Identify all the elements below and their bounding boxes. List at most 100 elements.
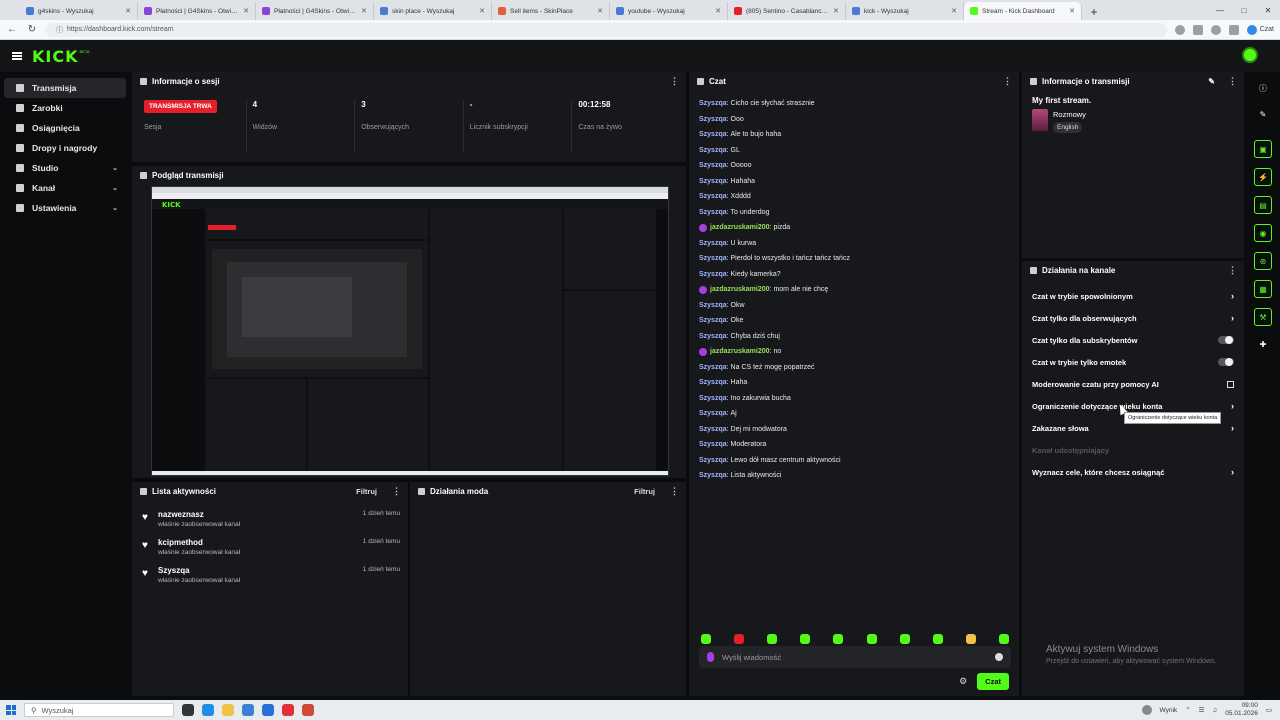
chat-username[interactable]: Szyszqa — [699, 209, 727, 216]
browser-tab[interactable]: skin place - Wyszukaj ✕ — [374, 2, 492, 20]
site-info-icon[interactable]: ⓘ — [56, 25, 63, 35]
weather-text[interactable]: Wynik — [1160, 707, 1178, 714]
chat-username[interactable]: Szyszqa — [699, 147, 727, 154]
channel-action-item[interactable]: Moderowanie czatu przy pomocy AI — [1022, 373, 1244, 395]
browser-tab[interactable]: kick - Wyszukaj ✕ — [846, 2, 964, 20]
minimize-icon[interactable]: — — [1208, 0, 1232, 20]
channel-action-item[interactable]: Czat tylko dla subskrybentów — [1022, 329, 1244, 351]
emote-icon[interactable] — [767, 634, 778, 644]
emote-icon[interactable] — [701, 634, 711, 644]
more-options-icon[interactable]: ⋮ — [670, 486, 679, 497]
tray-chevron-icon[interactable]: ⌃ — [1185, 706, 1190, 714]
sidebar-item-transmisja[interactable]: Transmisja — [4, 78, 126, 98]
emote-icon[interactable] — [800, 634, 811, 644]
task-view-icon[interactable] — [182, 704, 194, 716]
chat-username[interactable]: Szyszqa — [699, 457, 727, 464]
chat-username[interactable]: Szyszqa — [699, 472, 727, 479]
chevron-right-icon[interactable]: › — [1231, 313, 1234, 323]
add-widget-icon[interactable]: ✚ — [1255, 336, 1271, 352]
filter-button[interactable]: Filtruj — [356, 487, 377, 496]
file-explorer-icon[interactable] — [222, 704, 234, 716]
tab-close-icon[interactable]: ✕ — [715, 7, 721, 15]
browser-tab[interactable]: Płatności | G4Skins - Otwieraj skrz... ✕ — [138, 2, 256, 20]
channel-action-item[interactable]: Czat tylko dla obserwujących › — [1022, 307, 1244, 329]
info-icon[interactable]: ⓘ — [1255, 80, 1271, 96]
chat-username[interactable]: Szyszqa — [699, 131, 727, 138]
network-icon[interactable]: ☰ — [1199, 706, 1205, 714]
emote-icon[interactable] — [866, 634, 877, 644]
channel-action-item[interactable]: Czat w trybie tylko emotek — [1022, 351, 1244, 373]
tab-close-icon[interactable]: ✕ — [243, 7, 249, 15]
copilot-chat-button[interactable]: Czat — [1246, 24, 1274, 35]
maximize-icon[interactable]: □ — [1232, 0, 1256, 20]
taskbar-clock[interactable]: 09:00 05.01.2026 — [1225, 702, 1258, 718]
browser-tab[interactable]: Stream - Kick Dashboard ✕ — [964, 2, 1082, 20]
extension-icon[interactable] — [1192, 24, 1203, 35]
chat-username[interactable]: jazdazruskami200 — [710, 348, 770, 355]
chevron-down-icon[interactable]: ⌄ — [112, 184, 118, 192]
sidebar-item-studio[interactable]: Studio ⌄ — [4, 158, 126, 178]
sidebar-item-kana-[interactable]: Kanał ⌄ — [4, 178, 126, 198]
more-options-icon[interactable]: ⋮ — [1003, 76, 1012, 87]
emote-icon[interactable] — [734, 634, 745, 644]
activity-user[interactable]: nazweznasz — [158, 510, 357, 519]
chat-username[interactable]: Szyszqa — [699, 410, 727, 417]
sidebar-item-ustawienia[interactable]: Ustawienia ⌄ — [4, 198, 126, 218]
chat-username[interactable]: Szyszqa — [699, 441, 727, 448]
filter-button[interactable]: Filtruj — [634, 487, 655, 496]
browser-tab[interactable]: g4skins - Wyszukaj ✕ — [20, 2, 138, 20]
chat-username[interactable]: Szyszqa — [699, 333, 727, 340]
chevron-right-icon[interactable]: › — [1231, 291, 1234, 301]
url-field[interactable]: ⓘ https://dashboard.kick.com/stream — [46, 22, 1167, 37]
chat-username[interactable]: Szyszqa — [699, 395, 727, 402]
profile-icon[interactable] — [1210, 24, 1221, 35]
emote-icon[interactable] — [899, 634, 910, 644]
browser-tab[interactable]: youtube - Wyszukaj ✕ — [610, 2, 728, 20]
menu-icon[interactable] — [1228, 24, 1239, 35]
broadcast-icon[interactable]: ⊛ — [1254, 252, 1272, 270]
chat-settings-icon[interactable]: ⚙ — [959, 676, 967, 687]
chat-username[interactable]: Szyszqa — [699, 100, 727, 107]
chat-username[interactable]: Szyszqa — [699, 193, 727, 200]
chat-bubble-icon[interactable]: ◉ — [1254, 224, 1272, 242]
tab-close-icon[interactable]: ✕ — [361, 7, 367, 15]
sidebar-item-zarobki[interactable]: Zarobki — [4, 98, 126, 118]
volume-icon[interactable]: ♫ — [1212, 707, 1217, 714]
chat-username[interactable]: Szyszqa — [699, 255, 727, 262]
more-options-icon[interactable]: ⋮ — [392, 486, 401, 497]
tab-close-icon[interactable]: ✕ — [951, 7, 957, 15]
browser-tab[interactable]: (805) Sentino - Casablanca (p... ✕ — [728, 2, 846, 20]
browser-tab[interactable]: Sell items - SkinPlace ✕ — [492, 2, 610, 20]
store-app-icon[interactable] — [242, 704, 254, 716]
chat-username[interactable]: Szyszqa — [699, 116, 727, 123]
chat-username[interactable]: Szyszqa — [699, 317, 727, 324]
emote-icon[interactable] — [932, 634, 943, 644]
tab-close-icon[interactable]: ✕ — [479, 7, 485, 15]
external-link-icon[interactable] — [1227, 380, 1234, 388]
back-icon[interactable]: ← — [6, 24, 18, 35]
favorite-star-icon[interactable] — [1174, 24, 1185, 35]
toggle-switch[interactable] — [1218, 336, 1234, 344]
chat-username[interactable]: Szyszqa — [699, 162, 727, 169]
kick-logo[interactable]: KICK — [32, 47, 79, 66]
sidebar-item-dropy-i-nagrody[interactable]: Dropy i nagrody — [4, 138, 126, 158]
channel-action-item[interactable]: Wyznacz cele, które chcesz osiągnąć › — [1022, 461, 1244, 483]
taskbar-search[interactable]: ⚲ Wyszukaj — [24, 703, 174, 717]
chat-username[interactable]: Szyszqa — [699, 302, 727, 309]
mail-app-icon[interactable] — [262, 704, 274, 716]
close-icon[interactable]: ✕ — [1256, 0, 1280, 20]
chat-username[interactable]: Szyszqa — [699, 178, 727, 185]
mic-icon[interactable] — [707, 652, 714, 662]
tool-icon[interactable]: ⚒ — [1254, 308, 1272, 326]
chat-username[interactable]: jazdazruskami200 — [710, 224, 770, 231]
channel-action-item[interactable]: Czat w trybie spowolnionym › — [1022, 285, 1244, 307]
user-avatar[interactable] — [1242, 47, 1258, 63]
send-chat-button[interactable]: Czat — [977, 673, 1009, 690]
more-options-icon[interactable]: ⋮ — [1228, 76, 1237, 87]
obs-app-icon[interactable] — [282, 704, 294, 716]
hamburger-menu-icon[interactable] — [12, 52, 22, 60]
sidebar-item-osi-gni-cia[interactable]: Osiągnięcia — [4, 118, 126, 138]
new-tab-button[interactable]: + — [1086, 4, 1102, 20]
activity-user[interactable]: Szyszqa — [158, 566, 357, 575]
chat-username[interactable]: Szyszqa — [699, 379, 727, 386]
